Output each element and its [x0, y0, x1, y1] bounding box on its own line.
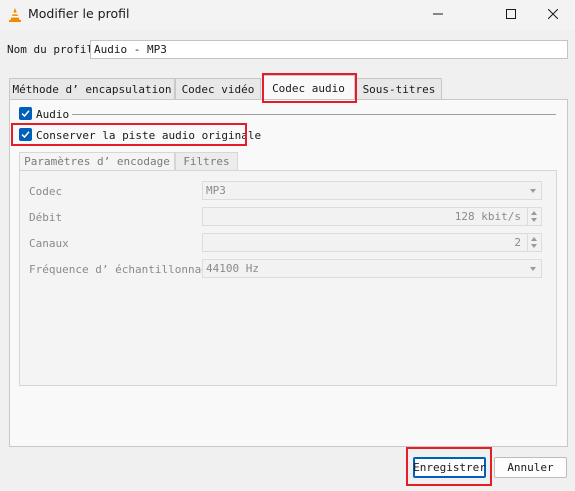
codec-label: Codec: [29, 185, 63, 198]
bitrate-label: Débit: [29, 211, 63, 224]
audio-enable-label: Audio: [36, 108, 70, 121]
channels-spinbox[interactable]: 2: [202, 233, 542, 252]
title-bar: Modifier le profil: [0, 0, 575, 30]
maximize-icon: [505, 9, 516, 19]
close-button[interactable]: [530, 0, 575, 28]
chevron-down-icon: [530, 189, 536, 193]
subtab-encoding-params[interactable]: Paramètres d’ encodage: [19, 152, 175, 170]
cancel-button[interactable]: Annuler: [494, 457, 567, 478]
checkmark-icon: [21, 110, 30, 118]
spin-down-icon[interactable]: [531, 244, 537, 248]
tab-subtitles[interactable]: Sous-titres: [356, 78, 442, 99]
spin-up-icon[interactable]: [531, 237, 537, 241]
samplerate-select[interactable]: 44100 Hz: [202, 259, 542, 278]
chevron-down-icon: [530, 267, 536, 271]
profile-name-label: Nom du profil: [7, 43, 94, 56]
vlc-cone-icon: [7, 7, 23, 23]
spin-down-icon[interactable]: [531, 218, 537, 222]
tab-audio-codec[interactable]: Codec audio: [262, 75, 355, 100]
subtab-filters[interactable]: Filtres: [175, 152, 238, 170]
tab-encapsulation[interactable]: Méthode d’ encapsulation: [9, 78, 175, 99]
audio-enable-checkbox[interactable]: [19, 107, 32, 120]
close-icon: [547, 9, 558, 19]
checkmark-icon: [21, 131, 30, 139]
keep-original-audio-checkbox[interactable]: [19, 128, 32, 141]
window-title: Modifier le profil: [28, 6, 130, 21]
profile-name-input[interactable]: [90, 40, 568, 59]
maximize-button[interactable]: [488, 0, 533, 28]
channels-label: Canaux: [29, 237, 69, 250]
audio-group-divider: [72, 114, 556, 115]
minimize-button[interactable]: [415, 0, 460, 28]
tab-video-codec[interactable]: Codec vidéo: [175, 78, 261, 99]
spin-up-icon[interactable]: [531, 211, 537, 215]
encoding-params-panel: [19, 170, 557, 386]
keep-original-audio-label: Conserver la piste audio originale: [36, 129, 262, 142]
codec-select[interactable]: MP3: [202, 181, 542, 200]
samplerate-label: Fréquence d’ échantillonnage: [29, 263, 215, 276]
save-button[interactable]: Enregistrer: [413, 457, 486, 478]
minimize-icon: [432, 9, 443, 19]
bitrate-spinbox[interactable]: 128 kbit/s: [202, 207, 542, 226]
